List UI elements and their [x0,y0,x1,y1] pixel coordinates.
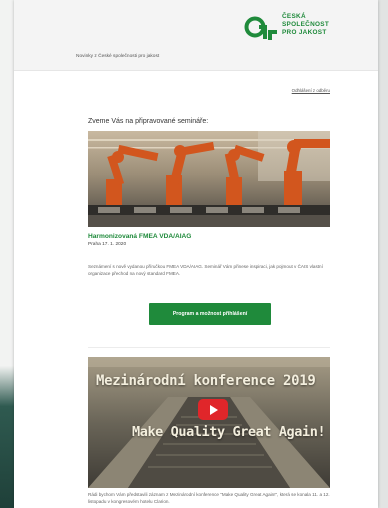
brand-logo[interactable]: ČESKÁ SPOLEČNOST PRO JAKOST [244,12,364,52]
play-icon [210,404,218,415]
event-date: Praha 17. 1. 2020 [88,242,127,247]
conference-video-thumbnail[interactable]: Mezinárodní konference 2019 Make Quality… [88,357,330,488]
event-title[interactable]: Harmonizovaná FMEA VDA/AIAG [88,233,191,240]
header-tagline: Novinky z České společnosti pro jakost [76,54,160,59]
cspj-logo-icon [244,16,277,40]
event-description: Seznámení s nově vydanou příručkou FMEA … [88,264,323,277]
video-title-line2: Make Quality Great Again! [132,424,326,440]
background-left [0,0,14,508]
brand-name: ČESKÁ SPOLEČNOST PRO JAKOST [282,13,329,37]
email-header: ČESKÁ SPOLEČNOST PRO JAKOST Novinky z Če… [14,0,378,71]
email-body: ČESKÁ SPOLEČNOST PRO JAKOST Novinky z Če… [14,0,378,508]
brand-name-line: ČESKÁ [282,13,306,20]
brand-name-line: PRO JAKOST [282,29,327,36]
unsubscribe-link[interactable]: Odhlášení z odběru [88,88,330,93]
section-divider [88,347,330,348]
brand-name-line: SPOLEČNOST [282,21,330,28]
intro-heading: Zveme Vás na připravované semináře: [88,118,209,125]
robot-factory-image[interactable] [88,131,330,227]
video-title-line1: Mezinárodní konference 2019 [96,373,316,389]
robot-factory-illustration [88,131,330,227]
background-right [378,0,388,508]
play-button[interactable] [198,399,228,420]
program-registration-button[interactable]: Program a možnost přihlášení [149,303,271,325]
video-description: Rádi bychom Vám představili záznam z Mez… [88,492,330,505]
